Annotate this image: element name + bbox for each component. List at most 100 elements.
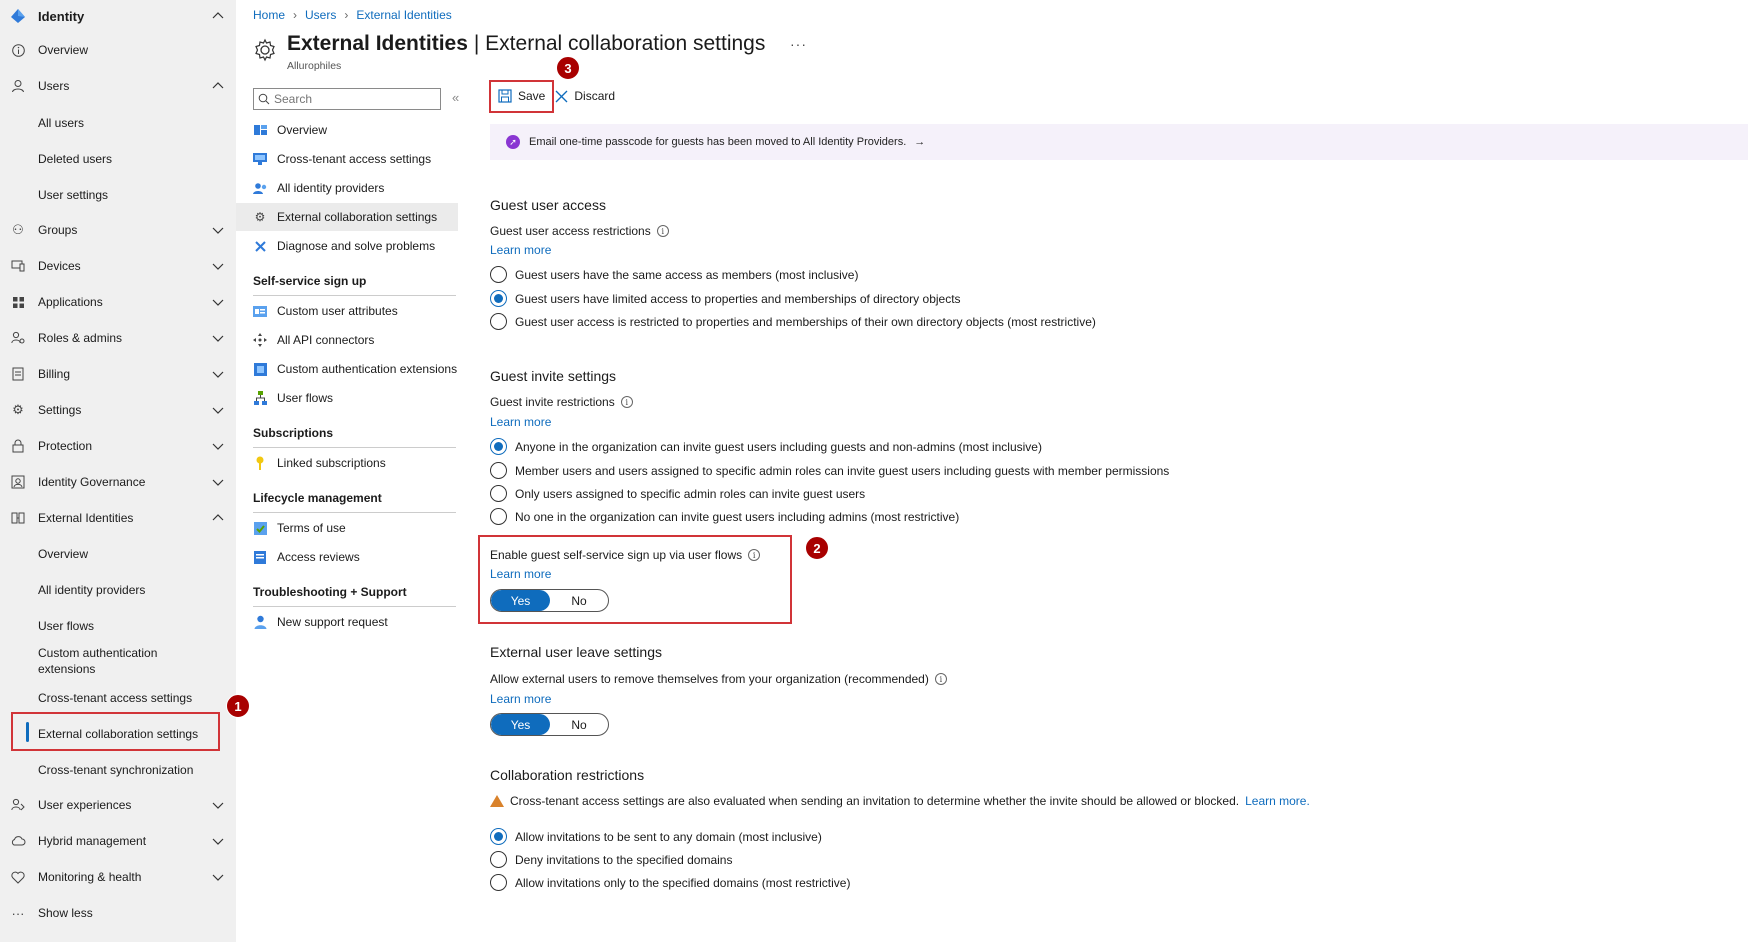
menu-linked-subscriptions[interactable]: Linked subscriptions: [236, 449, 458, 477]
search-input[interactable]: [274, 92, 434, 106]
guest-access-option-1[interactable]: Guest users have the same access as memb…: [490, 266, 858, 283]
menu-custom-user-attributes[interactable]: Custom user attributes: [236, 297, 458, 325]
rocket-icon: ➚: [506, 135, 520, 149]
chevron-down-icon[interactable]: [211, 295, 225, 309]
nav-applications[interactable]: Applications: [0, 286, 236, 318]
menu-diagnose[interactable]: Diagnose and solve problems: [236, 232, 458, 260]
guest-invite-option-4[interactable]: No one in the organization can invite gu…: [490, 508, 959, 525]
nav-identity[interactable]: Identity: [0, 0, 236, 32]
radio-button[interactable]: [490, 508, 507, 525]
chevron-down-icon[interactable]: [211, 439, 225, 453]
guest-invite-learn-more[interactable]: Learn more: [490, 415, 551, 429]
chevron-down-icon[interactable]: [211, 475, 225, 489]
menu-user-flows[interactable]: User flows: [236, 384, 458, 412]
info-icon[interactable]: i: [656, 225, 669, 237]
discard-button[interactable]: Discard: [553, 82, 623, 110]
chevron-down-icon[interactable]: [211, 403, 225, 417]
guest-invite-heading: Guest invite settings: [490, 368, 617, 384]
chevron-down-icon[interactable]: [211, 367, 225, 381]
experiences-icon: [10, 797, 26, 813]
radio-button-selected[interactable]: [490, 828, 507, 845]
guest-invite-option-2[interactable]: Member users and users assigned to speci…: [490, 462, 1169, 479]
support-icon: [253, 615, 267, 629]
nav-roles-admins[interactable]: Roles & admins: [0, 322, 236, 354]
menu-cross-tenant-access[interactable]: Cross-tenant access settings: [236, 145, 458, 173]
breadcrumb-users[interactable]: Users: [305, 8, 336, 22]
guest-invite-label: Guest invite restrictions i: [490, 395, 633, 409]
nav-groups[interactable]: ⚇ Groups: [0, 214, 236, 246]
collab-option-1[interactable]: Allow invitations to be sent to any doma…: [490, 828, 822, 845]
nav-external-identities[interactable]: External Identities: [0, 502, 236, 534]
nav-user-experiences[interactable]: User experiences: [0, 789, 236, 821]
chevron-up-icon[interactable]: [211, 79, 225, 93]
nav-user-settings[interactable]: User settings: [38, 187, 108, 203]
radio-button[interactable]: [490, 851, 507, 868]
chevron-down-icon[interactable]: [211, 331, 225, 345]
radio-button[interactable]: [490, 874, 507, 891]
guest-invite-option-1[interactable]: Anyone in the organization can invite gu…: [490, 438, 1042, 455]
nav-overview[interactable]: Overview: [0, 34, 236, 66]
info-banner[interactable]: ➚ Email one-time passcode for guests has…: [490, 124, 1748, 160]
menu-access-reviews[interactable]: Access reviews: [236, 543, 458, 571]
guest-access-option-2[interactable]: Guest users have limited access to prope…: [490, 290, 961, 307]
guest-access-option-3[interactable]: Guest user access is restricted to prope…: [490, 313, 1096, 330]
nav-billing[interactable]: Billing: [0, 358, 236, 390]
chevron-down-icon[interactable]: [211, 870, 225, 884]
nav-ext-overview[interactable]: Overview: [38, 546, 88, 562]
toggle-no[interactable]: No: [550, 718, 608, 732]
nav-settings[interactable]: ⚙ Settings: [0, 394, 236, 426]
chevron-down-icon[interactable]: [211, 223, 225, 237]
collapse-menu-icon[interactable]: «: [452, 90, 459, 105]
menu-search-input[interactable]: [253, 88, 441, 110]
radio-button-selected[interactable]: [490, 290, 507, 307]
breadcrumb-external-identities[interactable]: External Identities: [356, 8, 451, 22]
nav-protection[interactable]: Protection: [0, 430, 236, 462]
nav-users[interactable]: Users: [0, 70, 236, 102]
radio-button[interactable]: [490, 313, 507, 330]
chevron-up-icon[interactable]: [211, 9, 225, 23]
chevron-down-icon[interactable]: [211, 798, 225, 812]
nav-identity-governance[interactable]: Identity Governance: [0, 466, 236, 498]
breadcrumb-home[interactable]: Home: [253, 8, 285, 22]
collab-learn-more[interactable]: Learn more.: [1245, 794, 1310, 808]
info-icon[interactable]: i: [620, 396, 633, 408]
guest-access-learn-more[interactable]: Learn more: [490, 243, 551, 257]
nav-ext-cross-tenant-sync[interactable]: Cross-tenant synchronization: [38, 762, 193, 778]
nav-devices[interactable]: Devices: [0, 250, 236, 282]
menu-overview[interactable]: Overview: [236, 116, 458, 144]
leave-label: Allow external users to remove themselve…: [490, 672, 947, 686]
nav-show-less[interactable]: ··· Show less: [0, 897, 236, 929]
collab-option-2[interactable]: Deny invitations to the specified domain…: [490, 851, 732, 868]
nav-hybrid-management[interactable]: Hybrid management: [0, 825, 236, 857]
nav-ext-user-flows[interactable]: User flows: [38, 618, 94, 634]
more-options-icon[interactable]: ···: [790, 36, 807, 52]
radio-button[interactable]: [490, 485, 507, 502]
collab-option-3[interactable]: Allow invitations only to the specified …: [490, 874, 850, 891]
menu-custom-auth-extensions[interactable]: Custom authentication extensions: [236, 355, 458, 383]
leave-learn-more[interactable]: Learn more: [490, 692, 551, 706]
menu-external-collaboration[interactable]: ⚙ External collaboration settings: [236, 203, 458, 231]
menu-terms-of-use[interactable]: Terms of use: [236, 514, 458, 542]
close-icon: [555, 90, 568, 102]
nav-ext-cross-tenant-access[interactable]: Cross-tenant access settings: [38, 690, 192, 706]
nav-ext-custom-auth-extensions[interactable]: Custom authentication extensions: [38, 645, 178, 677]
menu-new-support-request[interactable]: New support request: [236, 608, 458, 636]
leave-toggle[interactable]: Yes No: [490, 713, 609, 736]
radio-button-selected[interactable]: [490, 438, 507, 455]
guest-invite-option-3[interactable]: Only users assigned to specific admin ro…: [490, 485, 865, 502]
radio-button[interactable]: [490, 462, 507, 479]
toggle-yes[interactable]: Yes: [491, 714, 550, 735]
nav-all-users[interactable]: All users: [38, 115, 84, 131]
arrow-right-icon[interactable]: →: [914, 136, 925, 148]
nav-ext-all-identity-providers[interactable]: All identity providers: [38, 582, 145, 598]
chevron-down-icon[interactable]: [211, 259, 225, 273]
nav-monitoring-health[interactable]: Monitoring & health: [0, 861, 236, 893]
chevron-down-icon[interactable]: [211, 834, 225, 848]
nav-deleted-users[interactable]: Deleted users: [38, 151, 112, 167]
menu-api-connectors[interactable]: All API connectors: [236, 326, 458, 354]
guest-access-heading: Guest user access: [490, 197, 606, 213]
radio-button[interactable]: [490, 266, 507, 283]
info-icon[interactable]: i: [934, 673, 947, 685]
chevron-up-icon[interactable]: [211, 511, 225, 525]
menu-all-identity-providers[interactable]: All identity providers: [236, 174, 458, 202]
